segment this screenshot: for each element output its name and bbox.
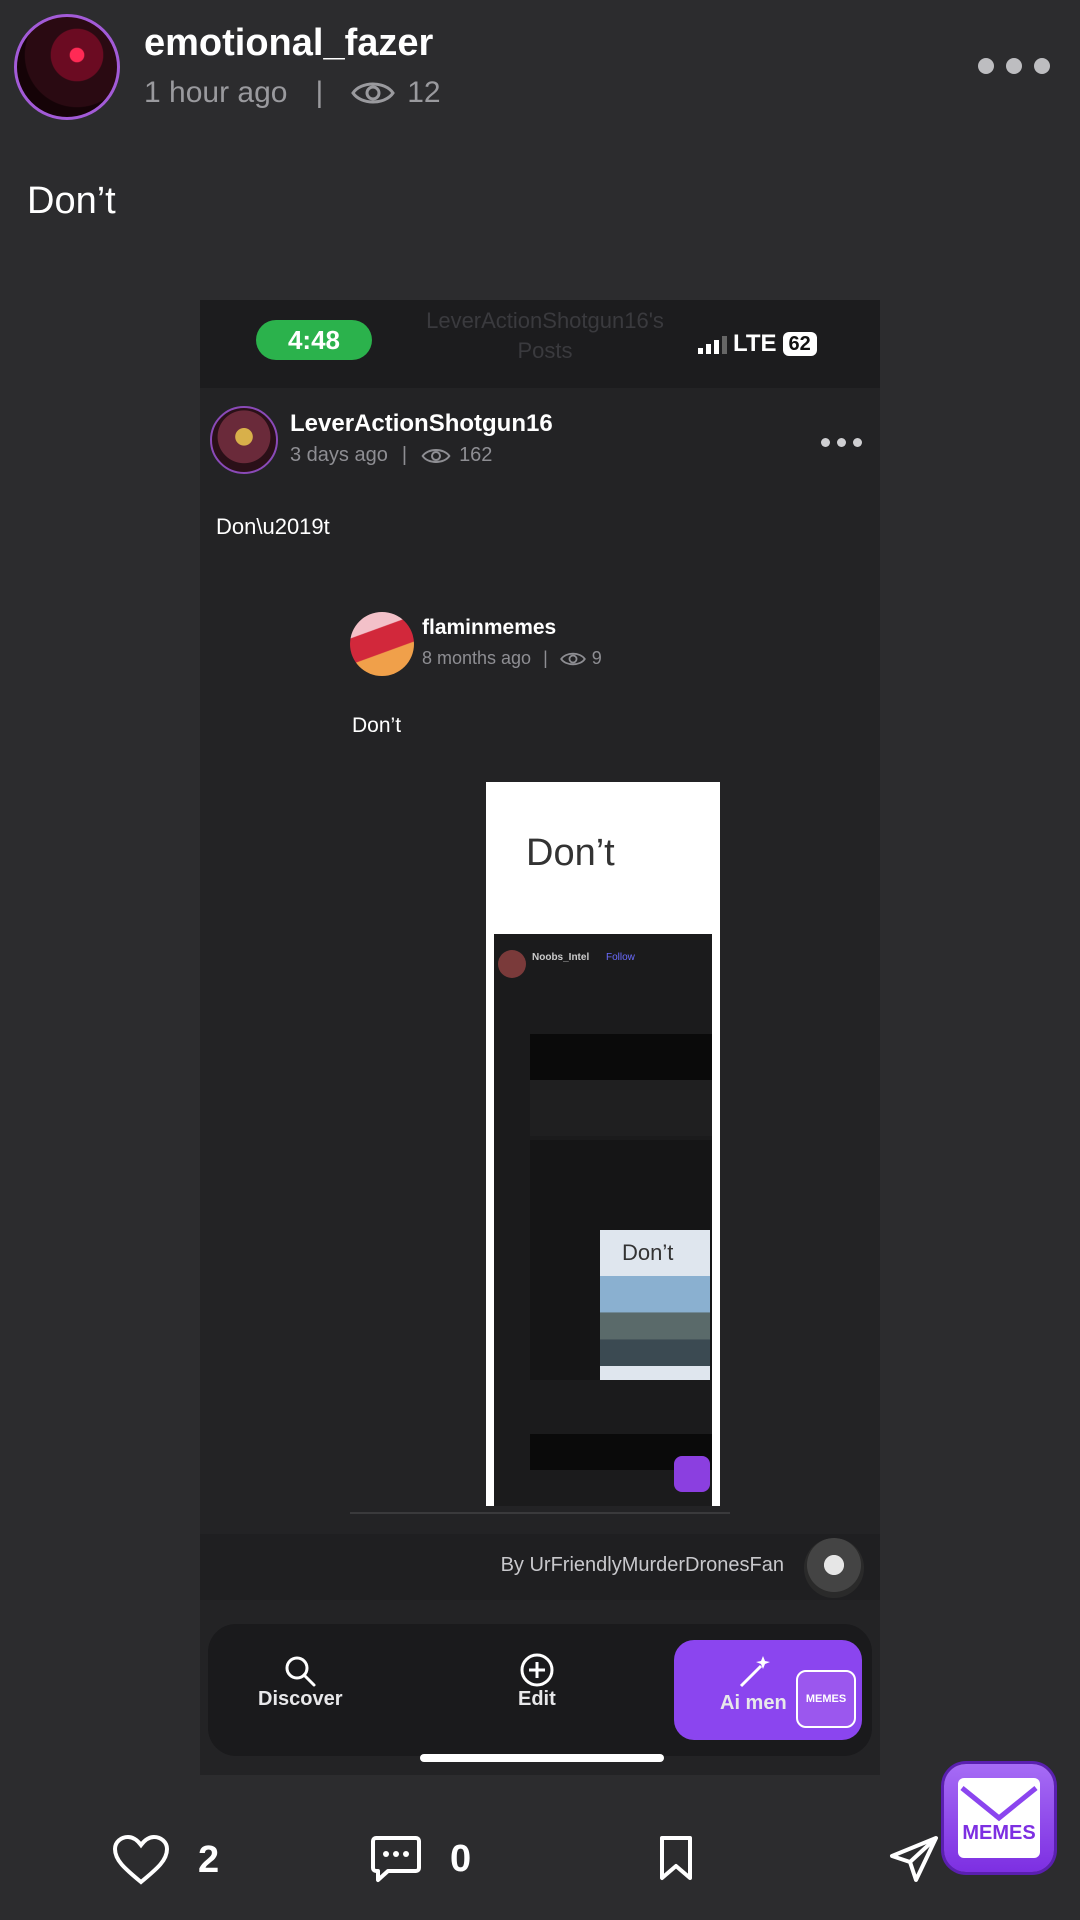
nested-caption: Don’t xyxy=(622,1240,674,1265)
nav-discover-label: Discover xyxy=(258,1688,343,1710)
network-status: LTE 62 xyxy=(698,330,817,358)
post-time: 3 days ago xyxy=(290,444,388,466)
envelope-icon xyxy=(958,1778,1040,1858)
like-action[interactable]: 2 xyxy=(112,1834,219,1886)
nav-ai: Ai men MEMES xyxy=(674,1640,862,1740)
username[interactable]: emotional_fazer xyxy=(144,22,433,65)
battery-icon: 62 xyxy=(782,332,817,356)
comment-action[interactable]: 0 xyxy=(370,1834,471,1884)
avatar[interactable] xyxy=(14,14,120,120)
send-icon[interactable] xyxy=(888,1834,940,1884)
post-time: 1 hour ago xyxy=(144,76,288,109)
nav-edit-label: Edit xyxy=(518,1688,556,1710)
view-count: 9 xyxy=(591,648,602,668)
eye-icon xyxy=(421,448,451,463)
nested-username: Noobs_Intel xyxy=(532,952,590,963)
status-time: 4:48 xyxy=(256,320,372,360)
avatar xyxy=(210,406,278,474)
memes-label: MEMES xyxy=(962,1822,1036,1844)
meta-separator: | xyxy=(315,76,324,109)
view-count: 12 xyxy=(407,76,441,109)
bottom-nav: Discover Edit Ai men MEMES xyxy=(208,1624,872,1756)
nav-discover: Discover xyxy=(258,1654,343,1711)
divider xyxy=(350,1512,730,1514)
nested-comment xyxy=(530,1080,712,1136)
nested-photo xyxy=(600,1276,710,1366)
heart-icon[interactable] xyxy=(112,1834,170,1886)
like-count: 2 xyxy=(198,1838,220,1881)
post-caption: Don’t xyxy=(352,714,402,737)
avatar xyxy=(804,1538,864,1598)
username: flaminmemes xyxy=(422,616,557,639)
eye-icon xyxy=(351,82,396,104)
comment-count: 0 xyxy=(450,1837,472,1880)
post-time: 8 months ago xyxy=(422,648,532,668)
comment-icon[interactable] xyxy=(370,1834,422,1884)
byline-text: By UrFriendlyMurderDronesFan xyxy=(500,1554,784,1576)
more-options-icon xyxy=(821,438,862,447)
nested-screenshot: Noobs_Intel Follow Don’t xyxy=(494,934,712,1506)
magic-wand-icon xyxy=(740,1656,771,1688)
meta-separator: | xyxy=(543,648,548,668)
nav-ai-label: Ai men xyxy=(720,1692,787,1714)
username: LeverActionShotgun16 xyxy=(290,410,553,437)
byline: By UrFriendlyMurderDronesFan xyxy=(200,1534,880,1600)
post-meta: 1 hour ago | 12 xyxy=(144,76,441,110)
search-icon xyxy=(285,1656,316,1687)
memes-logo-icon xyxy=(674,1456,710,1492)
home-indicator xyxy=(420,1754,664,1762)
nav-ai-content: Ai men xyxy=(720,1652,787,1715)
nested-caption: Don’t xyxy=(526,832,615,874)
signal-icon xyxy=(698,334,727,354)
post-caption: Don’t xyxy=(27,180,116,222)
bookmark-icon[interactable] xyxy=(656,1834,696,1882)
memes-app-button[interactable]: MEMES xyxy=(944,1764,1054,1872)
nav-edit: Edit xyxy=(518,1652,556,1711)
network-label: LTE xyxy=(733,330,777,357)
avatar xyxy=(350,612,414,676)
bookmark-action[interactable] xyxy=(656,1834,696,1882)
plus-circle-icon xyxy=(520,1653,554,1687)
nested-deep-image: Don’t xyxy=(600,1230,710,1380)
view-count: 162 xyxy=(459,444,493,466)
nested-block xyxy=(530,1034,712,1080)
eye-icon xyxy=(559,652,586,665)
post-image[interactable]: 4:48 LeverActionShotgun16's Posts LTE 62… xyxy=(200,300,880,1775)
post-meta: 8 months ago | 9 xyxy=(422,648,602,669)
share-action[interactable] xyxy=(888,1834,940,1884)
meta-separator: | xyxy=(401,444,408,466)
follow-label: Follow xyxy=(606,952,635,963)
nested-image: Don’t Noobs_Intel Follow Don’t xyxy=(486,782,720,1506)
more-options-icon[interactable] xyxy=(978,58,1050,74)
post-meta: 3 days ago | 162 xyxy=(290,444,492,467)
status-bar: 4:48 LeverActionShotgun16's Posts LTE 62 xyxy=(200,300,880,388)
ghost-title: LeverActionShotgun16's Posts xyxy=(426,308,664,363)
memes-logo-icon: MEMES xyxy=(796,1670,856,1728)
avatar xyxy=(498,950,526,978)
post-caption: Don\u2019t xyxy=(216,514,330,539)
